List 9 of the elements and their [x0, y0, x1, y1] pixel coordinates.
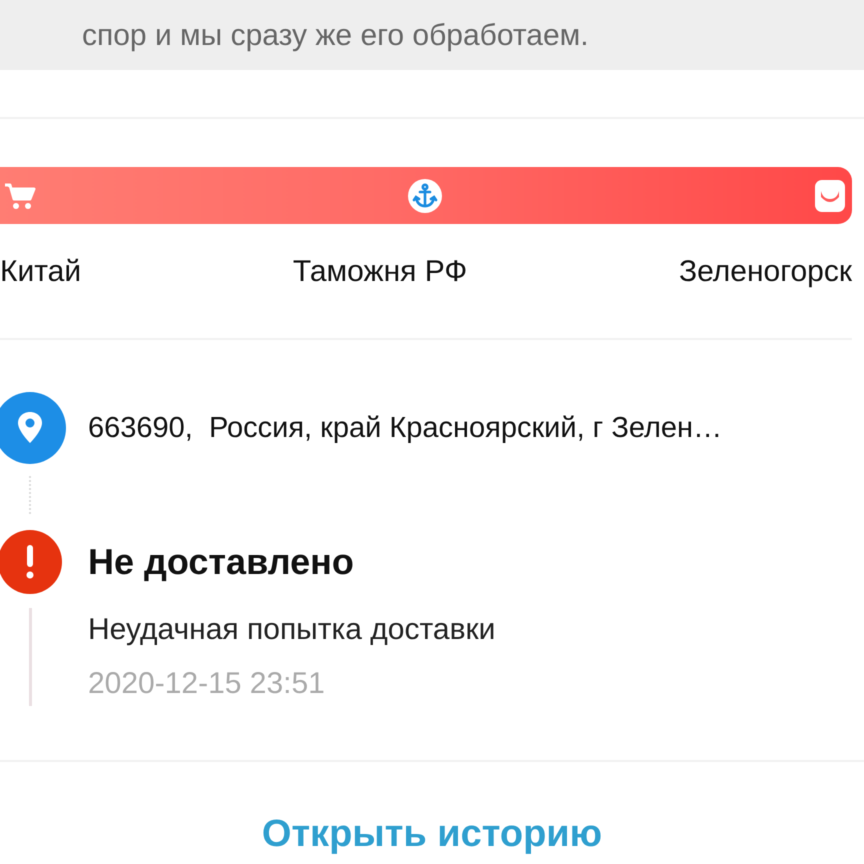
stage-label: Зеленогорск — [678, 255, 852, 289]
stage-label: Таможня РФ — [292, 255, 468, 289]
stage-label: Китай — [0, 255, 82, 289]
address-text: 663690, Россия, край Красноярский, г Зелен… — [88, 411, 722, 446]
notice-text: спор и мы сразу же его обработаем. — [82, 18, 589, 54]
status-title: Не доставлено — [88, 540, 355, 584]
status-time: 2020-12-15 23:51 — [88, 666, 326, 702]
open-history-button[interactable]: Открыть историю — [262, 812, 602, 856]
status-description: Неудачная попытка доставки — [88, 612, 496, 648]
